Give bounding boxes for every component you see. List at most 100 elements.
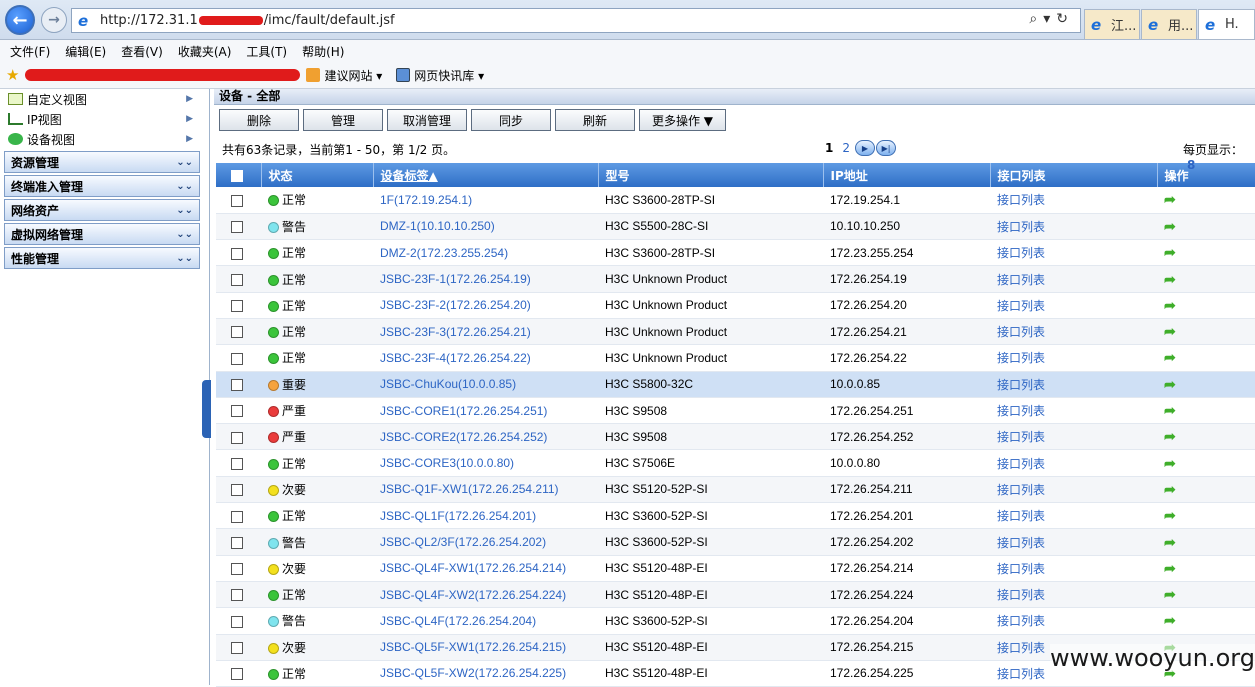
device-label-link[interactable]: JSBC-QL4F-XW1(172.26.254.214) bbox=[380, 561, 566, 575]
favorites-star-icon[interactable]: ★ bbox=[6, 66, 19, 84]
goto-arrow-icon[interactable]: ➦ bbox=[1164, 612, 1176, 628]
table-row[interactable]: 正常 JSBC-23F-1(172.26.254.19) H3C Unknown P… bbox=[216, 265, 1255, 293]
row-select-cell[interactable] bbox=[216, 187, 261, 214]
row-checkbox[interactable] bbox=[231, 431, 243, 444]
browser-tab-1[interactable]: e 江... bbox=[1084, 9, 1140, 39]
forward-button[interactable]: → bbox=[41, 7, 67, 33]
section-performance[interactable]: 性能管理 ⌄⌄ bbox=[4, 247, 200, 269]
col-model[interactable]: 型号 bbox=[598, 163, 824, 187]
row-select-cell[interactable] bbox=[216, 607, 261, 635]
goto-arrow-icon[interactable]: ➦ bbox=[1164, 428, 1176, 444]
device-label-link[interactable]: JSBC-23F-3(172.26.254.21) bbox=[380, 325, 531, 339]
interface-list-link[interactable]: 接口列表 bbox=[997, 641, 1045, 655]
device-label-link[interactable]: JSBC-23F-1(172.26.254.19) bbox=[380, 272, 531, 286]
device-label-link[interactable]: JSBC-QL5F-XW2(172.26.254.225) bbox=[380, 666, 566, 680]
interface-list-link[interactable]: 接口列表 bbox=[997, 588, 1045, 602]
goto-arrow-icon[interactable]: ➦ bbox=[1164, 297, 1176, 313]
interface-list-link[interactable]: 接口列表 bbox=[997, 220, 1045, 234]
table-row[interactable]: 次要 JSBC-QL4F-XW1(172.26.254.214) H3C S5120… bbox=[216, 555, 1255, 582]
dropdown-icon[interactable]: ▾ bbox=[1043, 11, 1056, 27]
goto-arrow-icon[interactable]: ➦ bbox=[1164, 191, 1176, 207]
unmanage-button[interactable]: 取消管理 bbox=[387, 109, 467, 131]
section-network-assets[interactable]: 网络资产 ⌄⌄ bbox=[4, 199, 200, 221]
interface-list-link[interactable]: 接口列表 bbox=[997, 351, 1045, 365]
manage-button[interactable]: 管理 bbox=[303, 109, 383, 131]
goto-arrow-icon[interactable]: ➦ bbox=[1164, 534, 1176, 550]
per-page-value[interactable]: 8 bbox=[1187, 158, 1195, 172]
interface-list-link[interactable]: 接口列表 bbox=[997, 378, 1045, 392]
interface-list-link[interactable]: 接口列表 bbox=[997, 509, 1045, 523]
search-icon[interactable]: ⌕ bbox=[1029, 11, 1043, 27]
goto-arrow-icon[interactable]: ➦ bbox=[1164, 586, 1176, 602]
col-ip[interactable]: IP地址 bbox=[823, 163, 991, 187]
row-select-cell[interactable] bbox=[216, 581, 261, 609]
device-label-link[interactable]: JSBC-CORE3(10.0.0.80) bbox=[380, 456, 514, 470]
sync-button[interactable]: 同步 bbox=[471, 109, 551, 131]
goto-arrow-icon[interactable]: ➦ bbox=[1164, 507, 1176, 523]
interface-list-link[interactable]: 接口列表 bbox=[997, 667, 1045, 681]
row-checkbox[interactable] bbox=[231, 194, 243, 207]
last-page-button[interactable]: ▶| bbox=[876, 140, 896, 156]
table-row[interactable]: 次要 JSBC-Q1F-XW1(172.26.254.211) H3C S5120-… bbox=[216, 476, 1255, 504]
menu-view[interactable]: 查看(V) bbox=[121, 43, 163, 60]
interface-list-link[interactable]: 接口列表 bbox=[997, 614, 1045, 628]
delete-button[interactable]: 删除 bbox=[219, 109, 299, 131]
row-select-cell[interactable] bbox=[216, 371, 261, 398]
interface-list-link[interactable]: 接口列表 bbox=[997, 536, 1045, 550]
row-checkbox[interactable] bbox=[231, 352, 243, 365]
table-row[interactable]: 正常 JSBC-23F-4(172.26.254.22) H3C Unknown P… bbox=[216, 344, 1255, 372]
interface-list-link[interactable]: 接口列表 bbox=[997, 562, 1045, 576]
sidebar-collapse-handle[interactable] bbox=[202, 380, 211, 438]
tree-item-custom-view[interactable]: 自定义视图 ▶ bbox=[0, 89, 209, 109]
row-checkbox[interactable] bbox=[231, 642, 243, 655]
goto-arrow-icon[interactable]: ➦ bbox=[1164, 376, 1176, 392]
row-select-cell[interactable] bbox=[216, 634, 261, 661]
browser-tab-3-active[interactable]: e H. bbox=[1198, 9, 1255, 39]
row-checkbox[interactable] bbox=[231, 668, 243, 681]
row-checkbox[interactable] bbox=[231, 484, 243, 497]
device-label-link[interactable]: JSBC-QL5F-XW1(172.26.254.215) bbox=[380, 640, 566, 654]
row-checkbox[interactable] bbox=[231, 247, 243, 260]
col-status[interactable]: 状态 bbox=[261, 163, 374, 187]
device-label-link[interactable]: JSBC-CORE2(172.26.254.252) bbox=[380, 430, 547, 444]
row-checkbox[interactable] bbox=[231, 563, 243, 576]
row-select-cell[interactable] bbox=[216, 344, 261, 372]
device-label-link[interactable]: JSBC-QL2/3F(172.26.254.202) bbox=[380, 535, 546, 549]
section-virtual-network[interactable]: 虚拟网络管理 ⌄⌄ bbox=[4, 223, 200, 245]
device-label-link[interactable]: DMZ-1(10.10.10.250) bbox=[380, 219, 495, 233]
goto-arrow-icon[interactable]: ➦ bbox=[1164, 402, 1176, 418]
table-row[interactable]: 严重 JSBC-CORE1(172.26.254.251) H3C S9508 172… bbox=[216, 397, 1255, 425]
table-row[interactable]: 严重 JSBC-CORE2(172.26.254.252) H3C S9508 172… bbox=[216, 423, 1255, 451]
row-select-cell[interactable] bbox=[216, 423, 261, 451]
menu-tools[interactable]: 工具(T) bbox=[246, 43, 287, 60]
row-select-cell[interactable] bbox=[216, 397, 261, 425]
row-select-cell[interactable] bbox=[216, 292, 261, 319]
tree-item-device-view[interactable]: 设备视图 ▶ bbox=[0, 129, 209, 149]
goto-arrow-icon[interactable]: ➦ bbox=[1164, 218, 1176, 234]
interface-list-link[interactable]: 接口列表 bbox=[997, 404, 1045, 418]
menu-edit[interactable]: 编辑(E) bbox=[65, 43, 106, 60]
row-select-cell[interactable] bbox=[216, 213, 261, 241]
interface-list-link[interactable]: 接口列表 bbox=[997, 193, 1045, 207]
row-select-cell[interactable] bbox=[216, 555, 261, 582]
table-row[interactable]: 正常 JSBC-QL1F(172.26.254.201) H3C S3600-52P… bbox=[216, 502, 1255, 530]
section-resource-management[interactable]: 资源管理 ⌄⌄ bbox=[4, 151, 200, 173]
tree-item-ip-view[interactable]: IP视图 ▶ bbox=[0, 109, 209, 129]
row-select-cell[interactable] bbox=[216, 449, 261, 477]
row-select-cell[interactable] bbox=[216, 660, 261, 687]
page-link-2[interactable]: 2 bbox=[842, 141, 850, 155]
row-checkbox[interactable] bbox=[231, 457, 243, 470]
interface-list-link[interactable]: 接口列表 bbox=[997, 299, 1045, 313]
device-label-link[interactable]: 1F(172.19.254.1) bbox=[380, 193, 472, 207]
row-select-cell[interactable] bbox=[216, 476, 261, 504]
interface-list-link[interactable]: 接口列表 bbox=[997, 483, 1045, 497]
address-tools[interactable]: ⌕▾↻ bbox=[1029, 11, 1074, 27]
table-row[interactable]: 正常 JSBC-23F-3(172.26.254.21) H3C Unknown P… bbox=[216, 318, 1255, 346]
interface-list-link[interactable]: 接口列表 bbox=[997, 273, 1045, 287]
goto-arrow-icon[interactable]: ➦ bbox=[1164, 271, 1176, 287]
device-label-link[interactable]: JSBC-CORE1(172.26.254.251) bbox=[380, 404, 547, 418]
table-row[interactable]: 正常 JSBC-CORE3(10.0.0.80) H3C S7506E 10.0.0.… bbox=[216, 449, 1255, 477]
device-label-link[interactable]: DMZ-2(172.23.255.254) bbox=[380, 246, 508, 260]
refresh-button[interactable]: 刷新 bbox=[555, 109, 635, 131]
select-all-header[interactable] bbox=[216, 163, 262, 187]
